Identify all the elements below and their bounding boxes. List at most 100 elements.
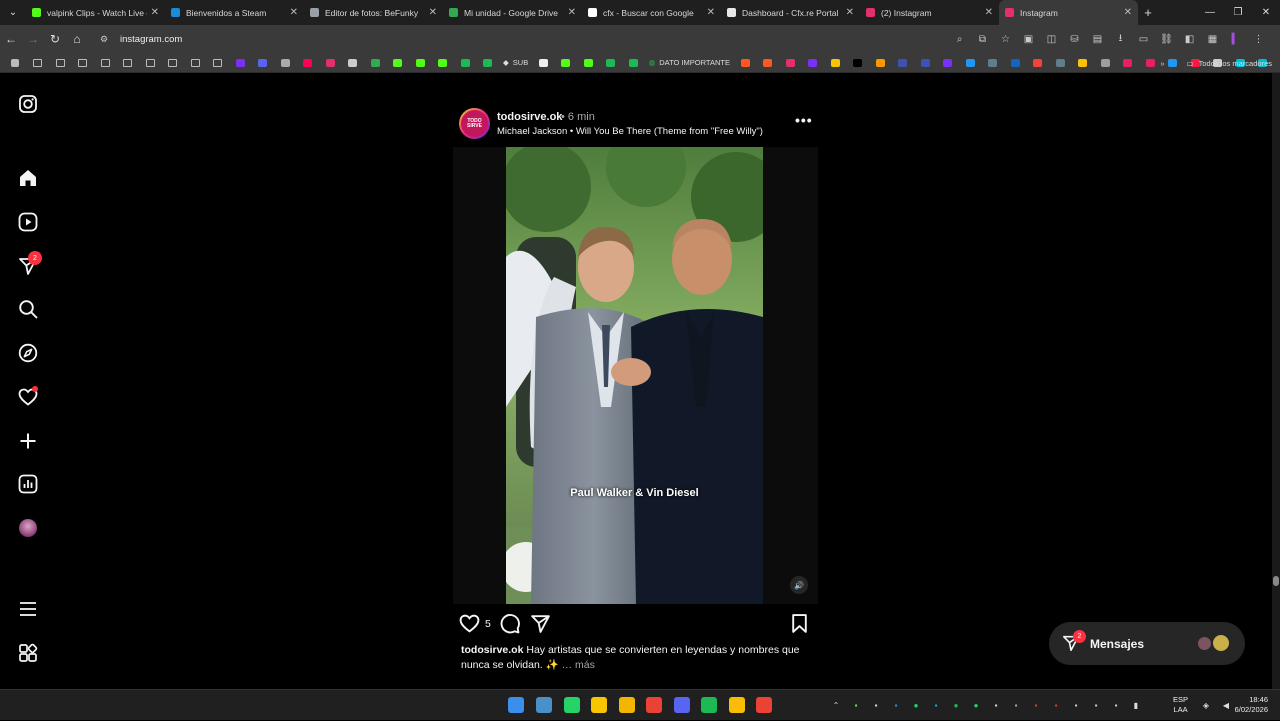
- post-media[interactable]: Paul Walker & Vin Diesel 🔊: [453, 147, 818, 604]
- apps-icon[interactable]: [4, 53, 27, 73]
- scrollbar[interactable]: [1272, 73, 1280, 689]
- bookmark-icon[interactable]: [1004, 53, 1027, 73]
- share-icon[interactable]: 2: [16, 251, 42, 278]
- browser-tab[interactable]: cfx - Buscar con Google ✕: [582, 0, 721, 25]
- share-post-icon[interactable]: [530, 613, 551, 639]
- bookmark-folder[interactable]: [117, 53, 140, 73]
- install-icon[interactable]: ⧉: [971, 34, 994, 45]
- bookmark-icon[interactable]: [477, 53, 500, 73]
- tray-icon[interactable]: ▪: [1006, 701, 1026, 710]
- close-window-button[interactable]: ✕: [1252, 0, 1280, 25]
- also-from-meta-icon[interactable]: [16, 641, 40, 665]
- bookmark-icon[interactable]: [756, 53, 779, 73]
- tray-icon[interactable]: ●: [906, 701, 926, 710]
- bookmark-icon[interactable]: [779, 53, 802, 73]
- tray-icon[interactable]: ▪: [926, 701, 946, 710]
- bookmark-folder[interactable]: [139, 53, 162, 73]
- tab-close-icon[interactable]: ✕: [846, 7, 854, 18]
- bookmark-icon[interactable]: [319, 53, 342, 73]
- browser-tab[interactable]: Dashboard - Cfx.re Portal ✕: [721, 0, 860, 25]
- new-tab-button[interactable]: +: [1138, 5, 1158, 20]
- bookmark-icon[interactable]: [959, 53, 982, 73]
- post-author-avatar[interactable]: TODO SIRVE: [459, 108, 490, 139]
- save-bookmark-icon[interactable]: [790, 613, 809, 639]
- tray-icon[interactable]: ▪: [886, 701, 906, 710]
- dashboard-icon[interactable]: [16, 472, 40, 496]
- taskbar-app-spotify[interactable]: [701, 697, 717, 713]
- reload-icon[interactable]: ↻: [44, 32, 66, 46]
- profile-avatar[interactable]: [16, 516, 40, 540]
- site-info-icon[interactable]: ⚙: [100, 34, 114, 45]
- explore-icon[interactable]: [16, 341, 40, 365]
- bookmark-star-icon[interactable]: ☆: [994, 34, 1017, 45]
- bookmark-icon[interactable]: [454, 53, 477, 73]
- tab-close-icon[interactable]: ✕: [985, 7, 993, 18]
- bookmark-icon[interactable]: [936, 53, 959, 73]
- extension-icon-3[interactable]: ▤: [1086, 34, 1109, 45]
- address-bar[interactable]: ⚙ instagram.com: [100, 29, 1024, 49]
- taskbar-app-start[interactable]: [508, 697, 524, 713]
- bookmark-folder[interactable]: [184, 53, 207, 73]
- caption-username[interactable]: todosirve.ok: [461, 644, 523, 656]
- reels-icon[interactable]: [16, 210, 40, 234]
- create-plus-icon[interactable]: [16, 429, 40, 453]
- bookmark-icon[interactable]: [364, 53, 387, 73]
- tray-icon[interactable]: ▪: [986, 701, 1006, 710]
- extension-icon-1[interactable]: ▣: [1017, 34, 1040, 45]
- tab-close-icon[interactable]: ✕: [707, 7, 715, 18]
- scrollbar-thumb[interactable]: [1273, 576, 1279, 586]
- back-icon[interactable]: ←: [0, 32, 22, 46]
- extension-icon-6[interactable]: ▦: [1201, 34, 1224, 45]
- bookmark-dato-importante[interactable]: ◍ DATO IMPORTANTE: [645, 53, 734, 73]
- browser-tab[interactable]: Instagram ✕: [999, 0, 1138, 25]
- bookmark-icon[interactable]: [252, 53, 275, 73]
- bookmark-icon[interactable]: [1116, 53, 1139, 73]
- minimize-button[interactable]: —: [1196, 0, 1224, 25]
- all-bookmarks-label[interactable]: Todos los marcadores: [1199, 59, 1272, 68]
- tab-close-icon[interactable]: ✕: [1124, 7, 1132, 18]
- forward-icon[interactable]: →: [22, 32, 44, 46]
- bookmark-icon[interactable]: [1071, 53, 1094, 73]
- download-icon[interactable]: ⭳: [1109, 31, 1132, 48]
- extension-icon-5[interactable]: ◧: [1178, 34, 1201, 45]
- taskbar-app-chrome-2[interactable]: [729, 697, 745, 713]
- bookmark-icon[interactable]: [914, 53, 937, 73]
- bookmark-icon[interactable]: [387, 53, 410, 73]
- microphone-icon[interactable]: ▮: [1126, 701, 1146, 710]
- bookmark-icon[interactable]: [622, 53, 645, 73]
- browser-tab[interactable]: Mi unidad - Google Drive ✕: [443, 0, 582, 25]
- post-video[interactable]: Paul Walker & Vin Diesel: [506, 147, 763, 604]
- audio-toggle-icon[interactable]: 🔊: [790, 576, 808, 594]
- bookmark-folder[interactable]: [72, 53, 95, 73]
- post-username[interactable]: todosirve.ok: [497, 111, 562, 123]
- home-icon[interactable]: ⌂: [66, 32, 88, 46]
- instagram-logo-icon[interactable]: [16, 92, 40, 116]
- browser-tab[interactable]: Bienvenidos a Steam ✕: [165, 0, 304, 25]
- tray-icon[interactable]: ▪: [1046, 701, 1066, 710]
- caption-more-link[interactable]: … más: [562, 659, 595, 671]
- link-icon[interactable]: ⛓: [1155, 34, 1178, 45]
- taskbar-app-app-2[interactable]: [536, 697, 552, 713]
- bookmark-icon[interactable]: [1026, 53, 1049, 73]
- browser-tab[interactable]: Editor de fotos: BeFunky ✕: [304, 0, 443, 25]
- bookmark-folder[interactable]: [162, 53, 185, 73]
- bookmark-icon[interactable]: [846, 53, 869, 73]
- taskbar-app-discord[interactable]: [674, 697, 690, 713]
- tray-icon[interactable]: ▪: [1086, 701, 1106, 710]
- tray-icon[interactable]: ▪: [846, 701, 866, 710]
- comment-icon[interactable]: [499, 613, 520, 639]
- bookmark-icon[interactable]: [1094, 53, 1117, 73]
- maximize-button[interactable]: ❐: [1224, 0, 1252, 25]
- menu-icon[interactable]: ⋮: [1247, 34, 1270, 45]
- taskbar-app-folder[interactable]: [619, 697, 635, 713]
- messages-button[interactable]: 2 Mensajes: [1049, 622, 1245, 665]
- like-heart-icon[interactable]: [459, 613, 480, 639]
- bookmark-icon[interactable]: [229, 53, 252, 73]
- tray-icon[interactable]: ●: [966, 701, 986, 710]
- bookmark-icon[interactable]: [891, 53, 914, 73]
- tray-icon[interactable]: ▪: [1066, 701, 1086, 710]
- taskbar-app-chrome-3[interactable]: [756, 697, 772, 713]
- tray-icon[interactable]: ●: [946, 701, 966, 710]
- browser-tab[interactable]: (2) Instagram ✕: [860, 0, 999, 25]
- bookmark-icon[interactable]: [555, 53, 578, 73]
